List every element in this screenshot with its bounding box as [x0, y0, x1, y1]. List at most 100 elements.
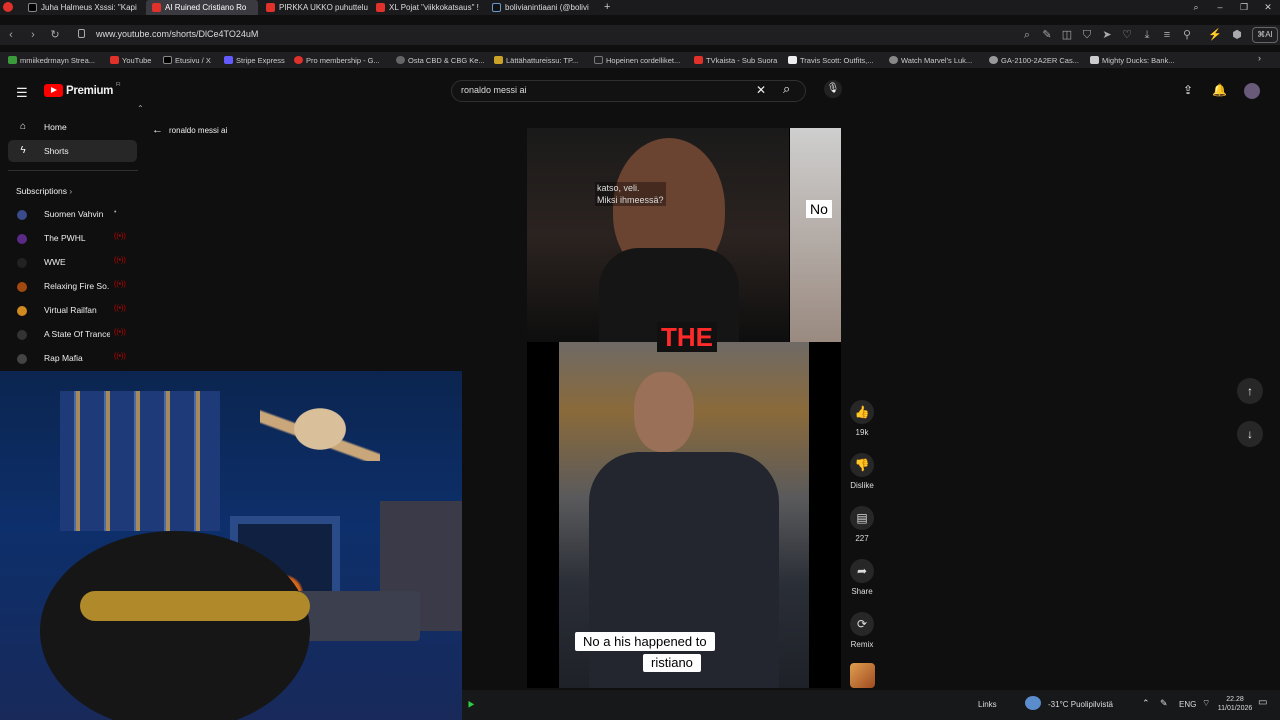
- close-window-icon[interactable]: ✕: [1256, 0, 1280, 15]
- tab-4[interactable]: bolivianintiaani (@bolivi: [486, 0, 598, 15]
- subscription-item[interactable]: The PWHL ((•)): [0, 229, 130, 249]
- minimize-icon[interactable]: –: [1208, 0, 1232, 15]
- subtitle-line-2: Miksi ihmeessä?: [597, 195, 664, 205]
- shorts-video-player[interactable]: katso, veli. Miksi ihmeessä? No THE No a …: [527, 128, 841, 688]
- bookmark-1[interactable]: YouTube: [110, 54, 151, 66]
- clock[interactable]: 22.28 11/01/2026: [1214, 695, 1256, 713]
- channel-name: WWE: [44, 257, 66, 267]
- face-shape: [634, 372, 694, 452]
- edit-icon[interactable]: ✎: [1040, 28, 1054, 42]
- back-label: ronaldo messi ai: [169, 125, 228, 135]
- chevron-right-icon: ›: [69, 186, 73, 196]
- app-icon[interactable]: ⯈: [466, 698, 476, 713]
- camera-icon[interactable]: ◫: [1060, 28, 1074, 42]
- sidebar-item-shorts[interactable]: ϟ Shorts: [8, 140, 137, 162]
- clear-search-icon[interactable]: ✕: [756, 83, 766, 97]
- subscription-item[interactable]: Virtual Railfan ((•)): [0, 301, 130, 321]
- notification-center-icon[interactable]: ▭: [1258, 697, 1267, 708]
- forward-icon[interactable]: ›: [26, 28, 40, 42]
- bookmark-7[interactable]: Hopeinen cordelliket...: [594, 54, 680, 66]
- bookmark-label: mmiikedrmayn Strea...: [20, 55, 96, 65]
- pin-icon: [294, 56, 303, 64]
- tab-2[interactable]: PIRKKA UKKO puhuttelun: [260, 0, 368, 15]
- tab-search-icon[interactable]: ⌕: [1184, 0, 1208, 15]
- collapse-chevron-icon[interactable]: ⌃: [137, 104, 144, 113]
- bookmark-8[interactable]: TVkaista - Sub Suora: [694, 54, 777, 66]
- bookmark-4[interactable]: Pro membership - G...: [294, 54, 380, 66]
- like-button[interactable]: 👍 19k: [849, 400, 875, 437]
- bookmark-9[interactable]: Travis Scott: Outfits,...: [788, 54, 874, 66]
- avatar[interactable]: [1244, 83, 1260, 99]
- account-icon[interactable]: ⚲: [1180, 28, 1194, 42]
- tab-title: Juha Halmeus Xsssi: "Kapi: [41, 3, 137, 12]
- remix-icon: ⟳: [850, 612, 874, 636]
- bookmarks-overflow-icon[interactable]: ›: [1258, 53, 1261, 63]
- tab-1[interactable]: AI Ruined Cristiano Ro: [146, 0, 258, 15]
- download-icon[interactable]: ⤓: [1140, 28, 1154, 42]
- subscription-item[interactable]: Rap Mafia ((•)): [0, 349, 130, 369]
- bookmark-6[interactable]: Lättähattureissu: TP...: [494, 54, 578, 66]
- heart-icon[interactable]: ♡: [1120, 28, 1134, 42]
- search-input[interactable]: ronaldo messi ai: [451, 80, 806, 102]
- pen-icon[interactable]: ✎: [1160, 698, 1168, 709]
- hamburger-menu-icon[interactable]: ☰: [16, 85, 28, 101]
- like-icon: 👍: [850, 400, 874, 424]
- tiktok-icon: [492, 3, 501, 12]
- person-head: [40, 531, 310, 720]
- sidebar-item-home[interactable]: ⌂ Home: [8, 116, 137, 138]
- weather-text[interactable]: -31°C Puolipilvistä: [1048, 700, 1113, 709]
- subscription-item[interactable]: A State Of Trance ((•)): [0, 325, 130, 345]
- cube-icon[interactable]: ⬢: [1230, 28, 1244, 42]
- extension-icon[interactable]: ⚡: [1208, 28, 1222, 42]
- sound-thumbnail[interactable]: [850, 663, 875, 688]
- tab-3[interactable]: XL Pojat "viikkokatsaus" !: [370, 0, 480, 15]
- upload-icon[interactable]: ⇪: [1183, 83, 1193, 97]
- url-field[interactable]: www.youtube.com/shorts/DlCe4TO24uM: [96, 29, 258, 39]
- address-bar: ‹ › ↻ www.youtube.com/shorts/DlCe4TO24uM…: [0, 25, 1280, 45]
- links-toolbar[interactable]: Links: [978, 700, 997, 709]
- notifications-icon[interactable]: 🔔: [1212, 83, 1227, 97]
- language-indicator[interactable]: ENG: [1179, 700, 1196, 709]
- subscription-item[interactable]: WWE ((•)): [0, 253, 130, 273]
- restore-icon[interactable]: ❐: [1232, 0, 1256, 15]
- send-icon[interactable]: ➤: [1100, 28, 1114, 42]
- bookmark-label: Watch Marvel's Luk...: [901, 55, 973, 65]
- bookmark-label: TVkaista - Sub Suora: [706, 55, 778, 65]
- bookmark-3[interactable]: Stripe Express: [224, 54, 285, 66]
- ai-button[interactable]: ⌘AI: [1252, 27, 1278, 43]
- bookmark-10[interactable]: Watch Marvel's Luk...: [889, 54, 972, 66]
- dislike-button[interactable]: 👎 Dislike: [849, 453, 875, 490]
- tab-0[interactable]: Juha Halmeus Xsssi: "Kapi: [22, 0, 140, 15]
- new-tab-button[interactable]: +: [604, 0, 610, 15]
- youtube-premium-logo[interactable]: Premium FI: [44, 82, 121, 97]
- opera-logo-icon[interactable]: [3, 2, 13, 12]
- lens-icon[interactable]: ⌕: [1020, 28, 1034, 42]
- shorts-back-header[interactable]: ← ronaldo messi ai: [152, 124, 227, 136]
- reload-icon[interactable]: ↻: [48, 28, 62, 42]
- home-icon: ⌂: [19, 121, 27, 132]
- next-short-button[interactable]: ↓: [1237, 421, 1263, 447]
- shield-icon[interactable]: ⛉: [1080, 28, 1094, 42]
- previous-short-button[interactable]: ↑: [1237, 378, 1263, 404]
- bookmark-5[interactable]: Osta CBD & CBG Ke...: [396, 54, 485, 66]
- subscription-item[interactable]: Relaxing Fire So... ((•)): [0, 277, 130, 297]
- subscriptions-header[interactable]: Subscriptions ›: [16, 186, 72, 196]
- tray-chevron-icon[interactable]: ⌃: [1142, 698, 1150, 709]
- share-button[interactable]: ➦ Share: [849, 559, 875, 596]
- channel-avatar: [17, 306, 27, 316]
- beanie-stripe: [80, 591, 310, 621]
- train-icon: [494, 56, 503, 64]
- bookmark-11[interactable]: GA-2100-2A2ER Cas...: [989, 54, 1079, 66]
- bookmark-2[interactable]: Etusivu / X: [163, 54, 211, 66]
- stripe-icon: [224, 56, 233, 64]
- microphone-icon[interactable]: 🎙: [824, 80, 842, 98]
- search-icon[interactable]: ⌕: [783, 81, 790, 97]
- back-icon[interactable]: ‹: [4, 28, 18, 42]
- bookmark-12[interactable]: Mighty Ducks: Bank...: [1090, 54, 1175, 66]
- menu-icon[interactable]: ≡: [1160, 28, 1174, 42]
- comment-button[interactable]: ▤ 227: [849, 506, 875, 543]
- remix-button[interactable]: ⟳ Remix: [849, 612, 875, 649]
- bookmark-0[interactable]: mmiikedrmayn Strea...: [8, 54, 95, 66]
- wifi-icon[interactable]: ⌔: [1202, 698, 1210, 709]
- subscription-item[interactable]: Suomen Vahvin •: [0, 205, 130, 225]
